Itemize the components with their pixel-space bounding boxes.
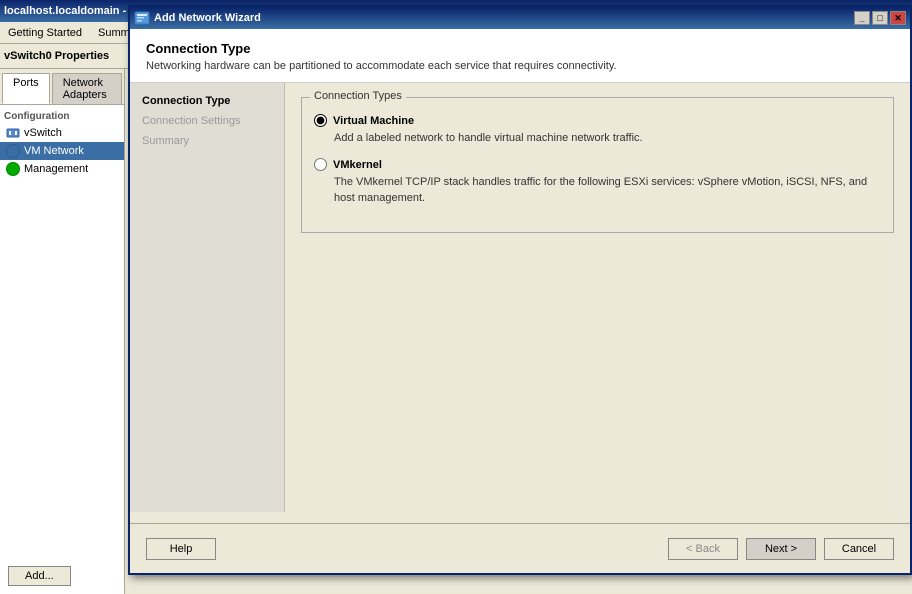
- dialog-header: Connection Type Networking hardware can …: [130, 29, 910, 83]
- window-title-text: vSwitch0 Properties: [4, 50, 109, 62]
- sidebar: Ports Network Adapters Configuration vSw…: [0, 69, 125, 594]
- config-label: Configuration: [0, 105, 124, 124]
- sidebar-item-vm-network[interactable]: VM Network: [0, 142, 124, 160]
- dialog-body: Connection Type Connection Settings Summ…: [130, 83, 910, 512]
- management-label: Management: [24, 163, 88, 175]
- virtual-machine-title: Virtual Machine: [333, 115, 414, 127]
- vswitch-label: vSwitch: [24, 127, 62, 139]
- group-title: Connection Types: [310, 90, 406, 102]
- virtual-machine-option: Virtual Machine Add a labeled network to…: [314, 114, 881, 146]
- sidebar-tabs: Ports Network Adapters: [0, 69, 124, 105]
- add-network-wizard-dialog: Add Network Wizard _ □ ✕ Connection Type…: [128, 5, 912, 575]
- maximize-button[interactable]: □: [872, 11, 888, 25]
- vm-network-icon: [6, 144, 20, 158]
- wizard-nav-connection-settings: Connection Settings: [130, 111, 284, 131]
- wizard-navigation: Connection Type Connection Settings Summ…: [130, 83, 285, 512]
- cancel-button[interactable]: Cancel: [824, 538, 894, 560]
- vm-network-label: VM Network: [24, 145, 84, 157]
- connection-types-group: Connection Types Virtual Machine Add a l…: [301, 97, 894, 233]
- management-icon: [6, 162, 20, 176]
- dialog-controls: _ □ ✕: [854, 11, 906, 25]
- add-button[interactable]: Add...: [8, 566, 71, 586]
- wizard-nav-connection-type[interactable]: Connection Type: [130, 91, 284, 111]
- header-description: Networking hardware can be partitioned t…: [146, 60, 894, 72]
- help-button[interactable]: Help: [146, 538, 216, 560]
- switch-icon: [6, 126, 20, 140]
- next-button[interactable]: Next >: [746, 538, 816, 560]
- wizard-icon: [134, 10, 150, 26]
- vmkernel-option: VMkernel The VMkernel TCP/IP stack handl…: [314, 158, 881, 206]
- tab-ports[interactable]: Ports: [2, 73, 50, 104]
- vmkernel-description: The VMkernel TCP/IP stack handles traffi…: [334, 175, 881, 206]
- header-title: Connection Type: [146, 41, 894, 56]
- sidebar-item-vswitch[interactable]: vSwitch: [0, 124, 124, 142]
- menu-getting-started[interactable]: Getting Started: [0, 25, 90, 41]
- wizard-nav-summary: Summary: [130, 131, 284, 151]
- footer-navigation: < Back Next > Cancel: [668, 538, 894, 560]
- wizard-content-area: Connection Types Virtual Machine Add a l…: [285, 83, 910, 512]
- virtual-machine-radio[interactable]: [314, 114, 327, 127]
- close-button[interactable]: ✕: [890, 11, 906, 25]
- dialog-title-text: Add Network Wizard: [134, 10, 261, 26]
- virtual-machine-label[interactable]: Virtual Machine: [314, 114, 881, 127]
- dialog-footer: Help < Back Next > Cancel: [130, 523, 910, 573]
- sidebar-item-management[interactable]: Management: [0, 160, 124, 178]
- minimize-button[interactable]: _: [854, 11, 870, 25]
- back-button[interactable]: < Back: [668, 538, 738, 560]
- dialog-title: Add Network Wizard: [154, 12, 261, 24]
- vmkernel-radio[interactable]: [314, 158, 327, 171]
- vmkernel-label[interactable]: VMkernel: [314, 158, 881, 171]
- tab-network-adapters[interactable]: Network Adapters: [52, 73, 122, 104]
- dialog-titlebar: Add Network Wizard _ □ ✕: [130, 7, 910, 29]
- vmkernel-title: VMkernel: [333, 159, 382, 171]
- virtual-machine-description: Add a labeled network to handle virtual …: [334, 131, 881, 146]
